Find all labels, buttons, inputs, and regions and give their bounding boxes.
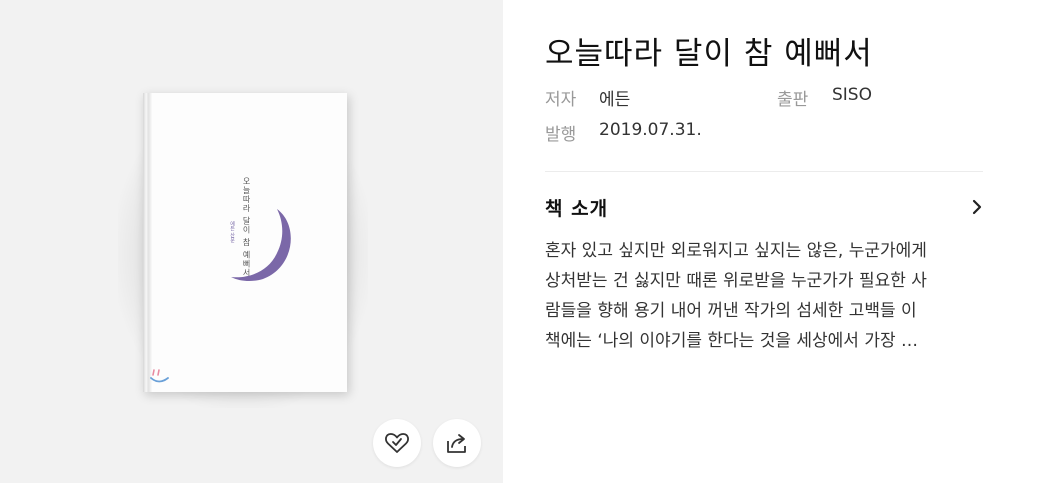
date-label: 발행: [545, 125, 577, 145]
publisher-logo-icon: [150, 369, 169, 383]
book-cover-panel: 오늘따라 달이 참 예뻐서 에든 산문: [0, 0, 503, 483]
intro-text: 혼자 있고 싶지만 외로워지고 싶지는 않은, 누군가에게 상처받는 건 싫지만…: [545, 236, 985, 356]
intro-line: 상처받는 건 싫지만 때론 위로받을 누군가가 필요한 사: [545, 271, 927, 291]
intro-heading[interactable]: 책 소개: [545, 194, 608, 221]
moon-icon: [231, 209, 291, 282]
intro-line: 책에는 ‘나의 이야기를 한다는 것을 세상에서 가장 …: [545, 331, 919, 351]
book-spine: [143, 93, 152, 392]
publisher-value[interactable]: SISO: [832, 85, 872, 105]
intro-line: 람들을 향해 용기 내어 꺼낸 작가의 섬세한 고백들 이: [545, 301, 917, 321]
publisher-label: 출판: [777, 90, 809, 110]
book-cover-image[interactable]: 오늘따라 달이 참 예뻐서 에든 산문: [143, 93, 347, 392]
author-label: 저자: [545, 90, 577, 110]
intro-line: 혼자 있고 싶지만 외로워지고 싶지는 않은, 누군가에게: [545, 241, 927, 261]
book-title: 오늘따라 달이 참 예뻐서: [545, 36, 873, 72]
like-button[interactable]: [373, 419, 421, 467]
heart-icon: [385, 433, 409, 453]
divider: [545, 171, 983, 172]
share-icon: [447, 434, 466, 453]
date-value: 2019.07.31.: [599, 120, 702, 140]
share-button[interactable]: [433, 419, 481, 467]
chevron-right-icon[interactable]: [971, 198, 983, 216]
author-value[interactable]: 에든: [599, 85, 630, 110]
